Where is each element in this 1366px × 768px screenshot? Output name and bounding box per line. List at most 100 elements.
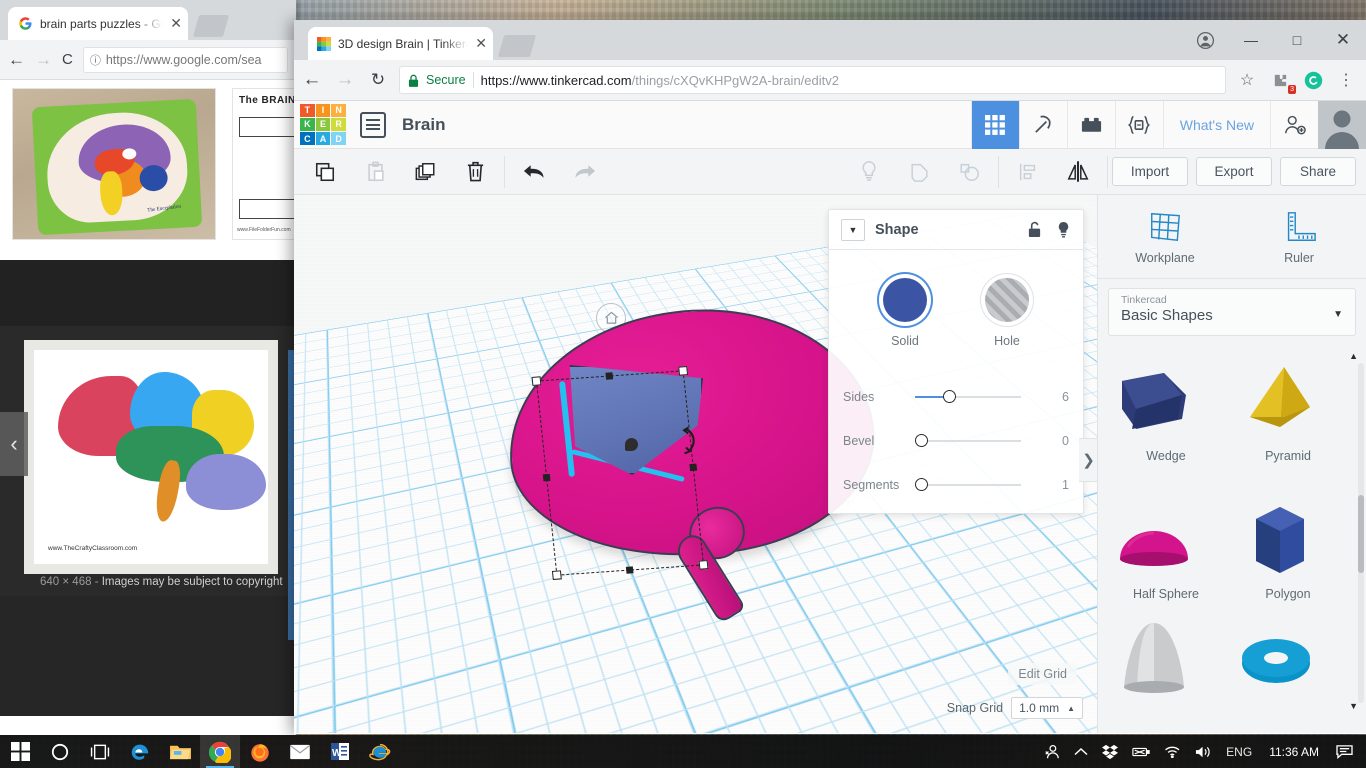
- result-thumbnail-worksheet[interactable]: The BRAIN www.FileFolderFun.com: [232, 88, 296, 240]
- notifications-icon[interactable]: [1329, 735, 1360, 768]
- maximize-button[interactable]: □: [1274, 20, 1320, 60]
- resize-handle-bottom-center[interactable]: [625, 566, 634, 574]
- slider-track[interactable]: [915, 434, 1033, 448]
- user-avatar[interactable]: [1318, 101, 1366, 149]
- result-thumbnail-puzzle[interactable]: The Encephalon: [12, 88, 216, 240]
- hole-option[interactable]: Hole: [985, 278, 1029, 348]
- dropbox-icon[interactable]: [1095, 735, 1125, 768]
- copy-icon[interactable]: [300, 149, 350, 195]
- collapse-icon[interactable]: ▼: [841, 218, 865, 241]
- chrome-icon[interactable]: [200, 735, 240, 768]
- share-button[interactable]: Share: [1280, 157, 1356, 186]
- lego-brick-icon[interactable]: [1066, 101, 1115, 149]
- align-icon[interactable]: [1003, 149, 1053, 195]
- resize-handle-left-center[interactable]: [542, 473, 551, 482]
- shape-item-pyramid[interactable]: Pyramid: [1228, 359, 1348, 463]
- scroll-down-icon[interactable]: ▼: [1349, 701, 1358, 711]
- resize-handle-top-left[interactable]: [531, 376, 542, 386]
- resize-handle-right-center[interactable]: [689, 463, 698, 472]
- panel-scroll-thumb[interactable]: [1358, 495, 1364, 573]
- slider-knob[interactable]: [915, 478, 928, 491]
- reload-icon[interactable]: ↻: [366, 68, 390, 92]
- workplane-tool[interactable]: Workplane: [1098, 195, 1232, 278]
- whats-new-link[interactable]: What's New: [1162, 101, 1270, 149]
- resize-handle-top-center[interactable]: [605, 372, 614, 380]
- edge-icon[interactable]: [120, 735, 160, 768]
- slider-track[interactable]: [915, 390, 1033, 404]
- import-button[interactable]: Import: [1112, 157, 1188, 186]
- trash-icon[interactable]: [450, 149, 500, 195]
- file-explorer-icon[interactable]: [160, 735, 200, 768]
- lightbulb-icon[interactable]: [1056, 221, 1071, 239]
- shape-library-select[interactable]: Tinkercad Basic Shapes ▼: [1108, 288, 1356, 336]
- back-icon[interactable]: ←: [8, 50, 25, 70]
- clock[interactable]: 11:36 AM: [1259, 745, 1329, 759]
- hole-swatch[interactable]: [985, 278, 1029, 322]
- group-icon[interactable]: [944, 149, 994, 195]
- mail-icon[interactable]: [280, 735, 320, 768]
- language-indicator[interactable]: ENG: [1219, 735, 1259, 768]
- tinkercad-logo[interactable]: T I N K E R C A D: [300, 103, 346, 146]
- bg-browser-tab[interactable]: brain parts puzzles - Goo ✕: [8, 7, 188, 40]
- 3d-viewport[interactable]: TOP + −: [294, 195, 1097, 733]
- address-bar[interactable]: Secure https://www.tinkercad.com/things/…: [399, 66, 1226, 94]
- battery-icon[interactable]: [1125, 735, 1157, 768]
- solid-option[interactable]: Solid: [883, 278, 927, 348]
- firefox-icon[interactable]: [240, 735, 280, 768]
- slider-knob[interactable]: [915, 434, 928, 447]
- shape-item-paraboloid[interactable]: [1106, 617, 1226, 707]
- chrome-window[interactable]: 3D design Brain | Tinkerca ✕ — □ ✕ ← → ↻…: [294, 20, 1366, 734]
- resize-handle-bottom-right[interactable]: [698, 560, 709, 570]
- bg-new-tab-button[interactable]: [192, 15, 230, 37]
- bg-address-bar[interactable]: ⓘ https://www.google.com/sea: [82, 46, 288, 73]
- minimize-button[interactable]: —: [1228, 20, 1274, 60]
- duplicate-icon[interactable]: [400, 149, 450, 195]
- start-button[interactable]: [0, 735, 40, 768]
- slider-knob[interactable]: [943, 390, 957, 403]
- show-hidden-icons-icon[interactable]: [1067, 735, 1095, 768]
- undo-icon[interactable]: [509, 149, 559, 195]
- slider-track[interactable]: [915, 478, 1033, 492]
- export-button[interactable]: Export: [1196, 157, 1272, 186]
- shape-item-half-sphere[interactable]: Half Sphere: [1106, 497, 1226, 601]
- shape-icon[interactable]: [894, 149, 944, 195]
- pickaxe-icon[interactable]: [1018, 101, 1067, 149]
- viewer-prev-button[interactable]: ‹: [0, 412, 28, 476]
- profile-icon[interactable]: [1182, 20, 1228, 60]
- task-view-icon[interactable]: [80, 735, 120, 768]
- browser-tab-tinkercad[interactable]: 3D design Brain | Tinkerca ✕: [308, 27, 493, 60]
- background-browser-window[interactable]: brain parts puzzles - Goo ✕ ← → C ⓘ http…: [0, 0, 296, 735]
- rotate-handle[interactable]: [676, 423, 706, 457]
- grid-icon[interactable]: [970, 101, 1019, 149]
- ruler-tool[interactable]: Ruler: [1232, 195, 1366, 278]
- shape-inspector-panel[interactable]: ▼ Shape Solid Hole Sides 6 Bevel 0 Segme…: [828, 209, 1084, 514]
- shape-item-torus[interactable]: [1228, 617, 1348, 707]
- shape-item-polygon[interactable]: Polygon: [1228, 497, 1348, 601]
- browser-menu-icon[interactable]: ⋮: [1334, 68, 1358, 92]
- viewer-large-image[interactable]: www.TheCraftyClassroom.com: [24, 340, 278, 574]
- grammarly-icon[interactable]: [1301, 68, 1325, 92]
- people-icon[interactable]: [1037, 735, 1067, 768]
- volume-icon[interactable]: [1188, 735, 1219, 768]
- collapse-panel-button[interactable]: ❯: [1079, 438, 1099, 482]
- solid-swatch[interactable]: [883, 278, 927, 322]
- shape-item-wedge[interactable]: Wedge: [1106, 359, 1226, 463]
- unlock-icon[interactable]: [1027, 221, 1042, 238]
- tab-close-icon[interactable]: ✕: [475, 35, 487, 52]
- bookmark-star-icon[interactable]: ☆: [1235, 68, 1259, 92]
- close-icon[interactable]: ✕: [170, 15, 182, 32]
- cortana-search-icon[interactable]: [40, 735, 80, 768]
- mirror-icon[interactable]: [1053, 149, 1103, 195]
- resize-handle-top-right[interactable]: [678, 366, 689, 376]
- new-tab-button[interactable]: [497, 35, 537, 57]
- snap-grid-select[interactable]: 1.0 mm ▲: [1011, 697, 1083, 719]
- add-person-icon[interactable]: [1270, 101, 1318, 149]
- extension-icon[interactable]: 3: [1268, 68, 1296, 94]
- wifi-icon[interactable]: [1157, 735, 1188, 768]
- back-icon[interactable]: ←: [300, 68, 324, 92]
- internet-explorer-icon[interactable]: [360, 735, 400, 768]
- edit-grid-button[interactable]: Edit Grid: [1008, 663, 1077, 685]
- project-list-icon[interactable]: [360, 111, 386, 138]
- reload-icon[interactable]: C: [62, 51, 73, 68]
- move-handle[interactable]: [625, 438, 638, 451]
